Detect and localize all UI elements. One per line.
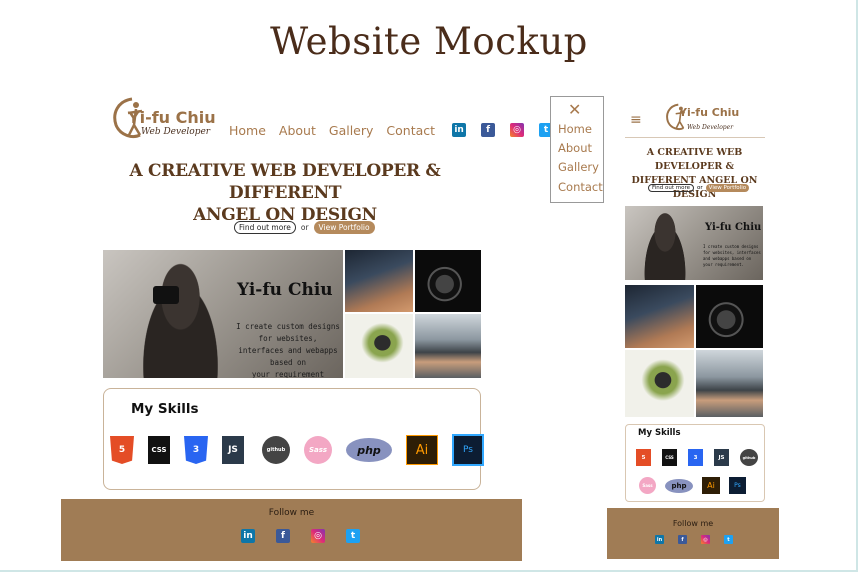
sass-icon: Sass [639,477,656,494]
instagram-icon[interactable]: ◎ [510,123,525,137]
illustrator-icon: Ai [406,435,438,465]
linkedin-icon[interactable]: in [452,123,467,137]
photoshop-icon: Ps [729,477,746,494]
hero-desc-line: your requirement [251,370,325,378]
mobile-menu-home[interactable]: Home [558,122,592,136]
close-icon[interactable]: ✕ [568,100,581,119]
facebook-icon[interactable]: f [678,535,687,544]
illustrator-icon: Ai [702,477,720,494]
follow-me-label: Follow me [268,508,315,518]
mobile-menu-gallery[interactable]: Gallery [558,160,599,174]
phone-headline-line-1: A CREATIVE WEB DEVELOPER & [646,147,743,172]
phone-hero-name: Yi-fu Chiu [705,222,762,233]
mobile-menu-about[interactable]: About [558,141,592,155]
find-out-more-button[interactable]: Find out more [234,221,296,234]
desktop-nav: Home About Gallery Contact in f ◎ t [229,123,566,138]
phone-find-out-more-button[interactable]: Find out more [648,184,695,192]
nav-about[interactable]: About [279,123,316,138]
css-file-icon: CSS [148,436,170,464]
phone-logo-name: Yi-fu Chiu [679,106,740,119]
javascript-icon: JS [222,436,244,464]
hero-name: Yi-fu Chiu [237,280,333,300]
header-social: in f ◎ t [452,123,566,138]
phone-hero-banner: Yi-fu Chiu I create custom designs for w… [625,206,763,280]
linkedin-icon[interactable]: in [241,529,255,543]
skills-title: My Skills [131,401,199,417]
github-icon: github [262,436,290,464]
page-title: Website Mockup [270,20,588,63]
hero-headline: A CREATIVE WEB DEVELOPER & DIFFERENT ANG… [120,160,450,226]
gallery-image-code[interactable] [345,250,413,312]
nav-home[interactable]: Home [229,123,266,138]
phone-skills-row-2: Sass php Ai Ps [639,477,746,494]
html5-icon: 5 [636,449,651,466]
photoshop-icon: Ps [452,434,484,466]
instagram-icon[interactable]: ◎ [311,529,325,543]
html5-icon: 5 [110,436,134,464]
phone-footer [607,508,779,559]
headline-line-1: A CREATIVE WEB DEVELOPER & DIFFERENT [129,161,441,203]
phone-logo-subtitle: Web Developer [687,124,734,131]
phone-skills-title: My Skills [638,428,681,438]
hamburger-icon[interactable]: ≡ [630,112,642,128]
logo-name: Yi-fu Chiu [128,108,216,127]
hero-desc-line: interfaces and webapps based on [238,346,338,367]
github-icon: github [740,449,758,466]
hero-desc-line: I create custom designs for websites, [236,322,340,343]
phone-headline: A CREATIVE WEB DEVELOPER & DIFFERENT ANG… [623,146,766,202]
phone-view-portfolio-button[interactable]: View Portfolio [705,184,750,192]
phone-skills-row-1: 5 CSS 3 JS github [636,449,758,466]
phone-footer-social: in f ◎ t [655,535,733,544]
phone-gallery-image-lens[interactable] [696,285,763,348]
linkedin-icon[interactable]: in [655,535,664,544]
camera-icon [153,286,179,304]
view-portfolio-button[interactable]: View Portfolio [313,221,375,234]
phone-hero-description: I create custom designs for websites, in… [703,244,761,267]
cta-or: or [300,223,309,232]
css3-icon: 3 [184,436,208,464]
phone-header-divider [625,137,765,138]
javascript-icon: JS [714,449,729,466]
facebook-icon[interactable]: f [276,529,290,543]
mobile-menu-contact[interactable]: Contact [558,180,603,194]
gallery-image-typing[interactable] [415,314,481,378]
instagram-icon[interactable]: ◎ [701,535,710,544]
php-icon: php [346,438,392,462]
hero-banner: Yi-fu Chiu I create custom designs for w… [103,250,343,378]
hero-photo [133,262,228,378]
skills-row: 5 CSS 3 JS github Sass php Ai Ps [110,434,484,466]
sass-icon: Sass [304,436,332,464]
phone-hero-photo [639,212,691,280]
cta-group: Find out more or View Portfolio [234,221,375,234]
php-icon: php [665,478,693,493]
twitter-icon[interactable]: t [724,535,733,544]
phone-cta-or: or [697,185,703,191]
twitter-icon[interactable]: t [346,529,360,543]
logo-subtitle: Web Developer [141,127,211,137]
nav-gallery[interactable]: Gallery [329,123,374,138]
phone-gallery-image-ink[interactable] [625,350,694,417]
hero-description: I create custom designs for websites, in… [233,321,343,378]
phone-follow-me-label: Follow me [672,519,714,528]
gallery-image-lens[interactable] [415,250,481,312]
footer-social: in f ◎ t [241,529,360,543]
facebook-icon[interactable]: f [481,123,496,137]
gallery-image-ink[interactable] [345,314,413,378]
phone-gallery-image-typing[interactable] [696,350,763,417]
css-file-icon: CSS [662,449,677,466]
nav-contact[interactable]: Contact [386,123,435,138]
css3-icon: 3 [688,449,703,466]
phone-cta-group: Find out more or View Portfolio [648,184,750,192]
phone-gallery-image-code[interactable] [625,285,694,348]
